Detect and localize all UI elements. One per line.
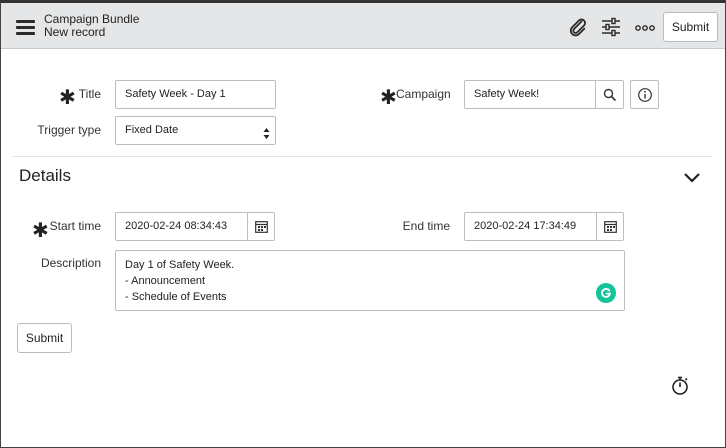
grammarly-icon[interactable] xyxy=(596,283,616,303)
calendar-icon[interactable] xyxy=(596,212,624,241)
description-label: Description xyxy=(40,256,101,270)
end-time-label: End time xyxy=(402,219,450,233)
stopwatch-icon[interactable] xyxy=(670,375,690,402)
paperclip-icon[interactable] xyxy=(567,16,589,38)
chevron-down-icon[interactable] xyxy=(683,171,701,189)
trigger-type-value: Fixed Date xyxy=(125,124,179,136)
settings-sliders-icon[interactable] xyxy=(600,16,622,38)
select-arrows-icon xyxy=(263,124,270,151)
start-time-label: Start time xyxy=(49,219,101,233)
record-header: Campaign Bundle New record Submit xyxy=(1,3,725,49)
menu-icon[interactable] xyxy=(16,20,35,35)
required-icon: ✱ xyxy=(380,87,397,109)
details-section-title: Details xyxy=(19,166,71,185)
more-options-icon[interactable] xyxy=(634,16,656,38)
end-time-input[interactable]: 2020-02-24 17:34:49 xyxy=(464,212,597,241)
trigger-type-label: Trigger type xyxy=(37,123,101,137)
campaign-label: Campaign xyxy=(396,87,451,101)
calendar-icon[interactable] xyxy=(247,212,275,241)
header-submit-button[interactable]: Submit xyxy=(663,12,718,42)
description-textarea[interactable] xyxy=(115,250,625,311)
trigger-type-select[interactable]: Fixed Date xyxy=(115,116,276,145)
record-subtitle: New record xyxy=(44,25,106,39)
campaign-input[interactable]: Safety Week! xyxy=(464,80,596,109)
submit-button[interactable]: Submit xyxy=(17,323,72,353)
title-input[interactable]: Safety Week - Day 1 xyxy=(115,80,276,109)
search-icon[interactable] xyxy=(595,80,624,109)
start-time-input[interactable]: 2020-02-24 08:34:43 xyxy=(115,212,248,241)
info-icon[interactable] xyxy=(630,80,659,109)
title-label: Title xyxy=(78,87,101,101)
section-divider xyxy=(13,156,712,157)
